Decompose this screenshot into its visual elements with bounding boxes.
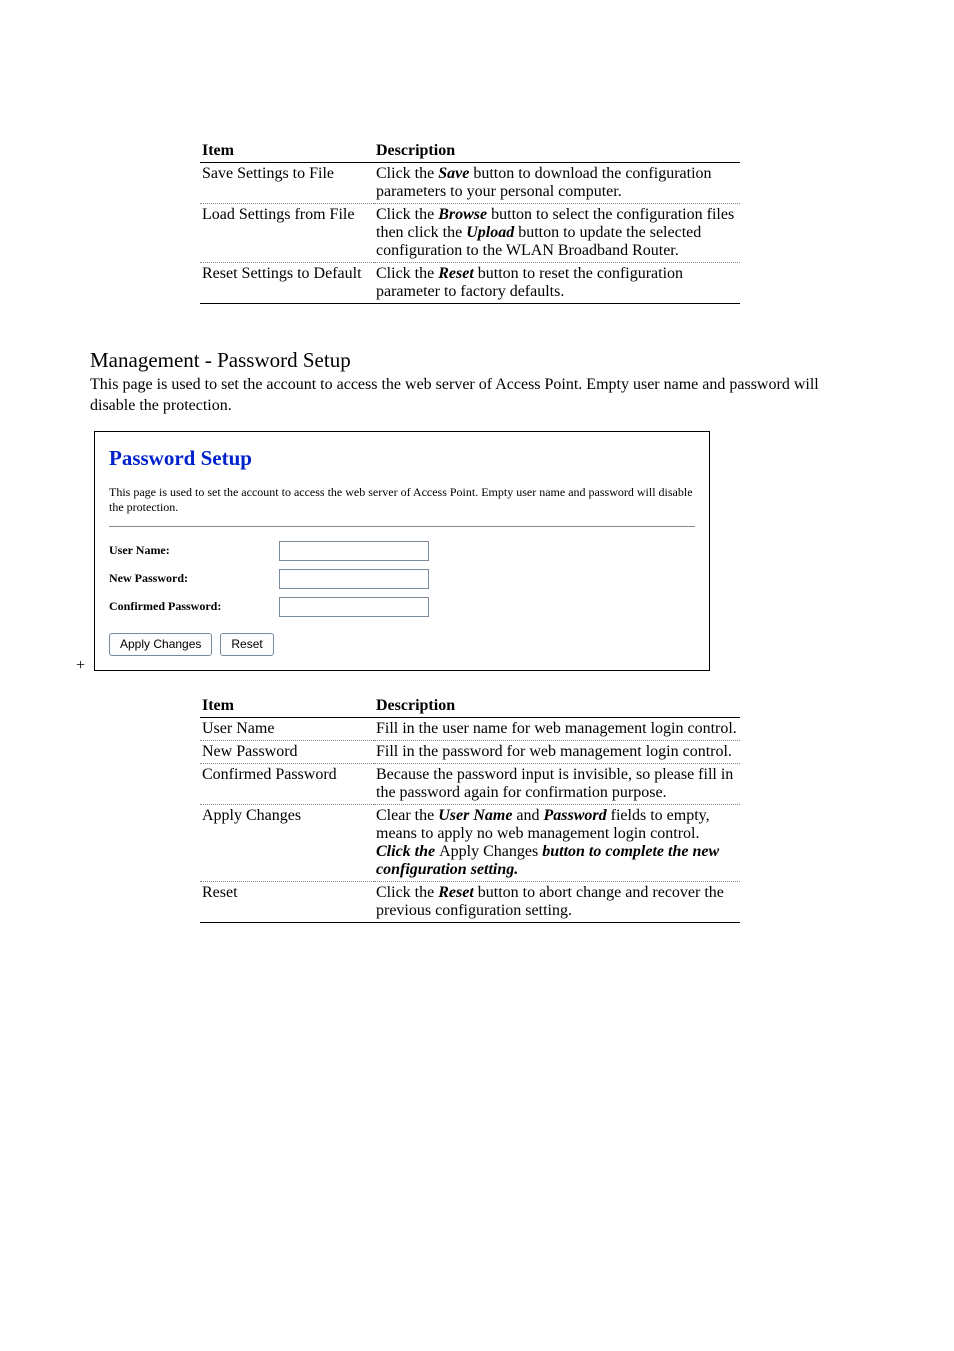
label-username: User Name: bbox=[109, 543, 279, 558]
desc-cell: Click the Reset button to abort change a… bbox=[374, 881, 740, 922]
table-row: ResetClick the Reset button to abort cha… bbox=[200, 881, 740, 922]
item-cell: Reset bbox=[200, 881, 374, 922]
table-row: User NameFill in the user name for web m… bbox=[200, 717, 740, 740]
table-row: Confirmed PasswordBecause the password i… bbox=[200, 763, 740, 804]
section-heading: Management - Password Setup bbox=[90, 348, 864, 373]
panel-title: Password Setup bbox=[109, 446, 695, 471]
settings-file-table: Item Description Save Settings to FileCl… bbox=[200, 140, 740, 304]
row-username: User Name: bbox=[109, 541, 695, 561]
panel-wrap: + Password Setup This page is used to se… bbox=[90, 431, 864, 671]
desc-cell: Click the Save button to download the co… bbox=[374, 163, 740, 204]
label-confirmed: Confirmed Password: bbox=[109, 599, 279, 614]
desc-cell: Fill in the user name for web management… bbox=[374, 717, 740, 740]
page: Item Description Save Settings to FileCl… bbox=[0, 0, 954, 983]
input-confirmed[interactable] bbox=[279, 597, 429, 617]
table1-body: Save Settings to FileClick the Save butt… bbox=[200, 163, 740, 304]
item-cell: Load Settings from File bbox=[200, 204, 374, 263]
desc-cell: Clear the User Name and Password fields … bbox=[374, 804, 740, 881]
input-username[interactable] bbox=[279, 541, 429, 561]
desc-cell: Fill in the password for web management … bbox=[374, 740, 740, 763]
table1-header-desc: Description bbox=[374, 140, 740, 163]
item-cell: Apply Changes bbox=[200, 804, 374, 881]
item-cell: Confirmed Password bbox=[200, 763, 374, 804]
table-row: New PasswordFill in the password for web… bbox=[200, 740, 740, 763]
panel-desc: This page is used to set the account to … bbox=[109, 485, 695, 516]
panel-divider bbox=[109, 526, 695, 527]
row-confirmed: Confirmed Password: bbox=[109, 597, 695, 617]
desc-cell: Click the Reset button to reset the conf… bbox=[374, 263, 740, 304]
table2-body: User NameFill in the user name for web m… bbox=[200, 717, 740, 922]
plus-mark: + bbox=[76, 657, 85, 675]
table-row: Load Settings from FileClick the Browse … bbox=[200, 204, 740, 263]
item-cell: User Name bbox=[200, 717, 374, 740]
desc-cell: Click the Browse button to select the co… bbox=[374, 204, 740, 263]
table2-header-desc: Description bbox=[374, 695, 740, 718]
panel-buttons: Apply Changes Reset bbox=[109, 633, 695, 656]
desc-cell: Because the password input is invisible,… bbox=[374, 763, 740, 804]
apply-changes-button[interactable]: Apply Changes bbox=[109, 633, 212, 656]
item-cell: Reset Settings to Default bbox=[200, 263, 374, 304]
table2-header-item: Item bbox=[200, 695, 374, 718]
item-cell: New Password bbox=[200, 740, 374, 763]
input-newpass[interactable] bbox=[279, 569, 429, 589]
item-cell: Save Settings to File bbox=[200, 163, 374, 204]
password-setup-panel: Password Setup This page is used to set … bbox=[94, 431, 710, 671]
table-row: Reset Settings to DefaultClick the Reset… bbox=[200, 263, 740, 304]
table1-header-item: Item bbox=[200, 140, 374, 163]
table-row: Save Settings to FileClick the Save butt… bbox=[200, 163, 740, 204]
row-newpass: New Password: bbox=[109, 569, 695, 589]
label-newpass: New Password: bbox=[109, 571, 279, 586]
reset-button[interactable]: Reset bbox=[220, 633, 273, 656]
password-fields-table: Item Description User NameFill in the us… bbox=[200, 695, 740, 923]
table-row: Apply ChangesClear the User Name and Pas… bbox=[200, 804, 740, 881]
section-intro: This page is used to set the account to … bbox=[90, 375, 864, 417]
